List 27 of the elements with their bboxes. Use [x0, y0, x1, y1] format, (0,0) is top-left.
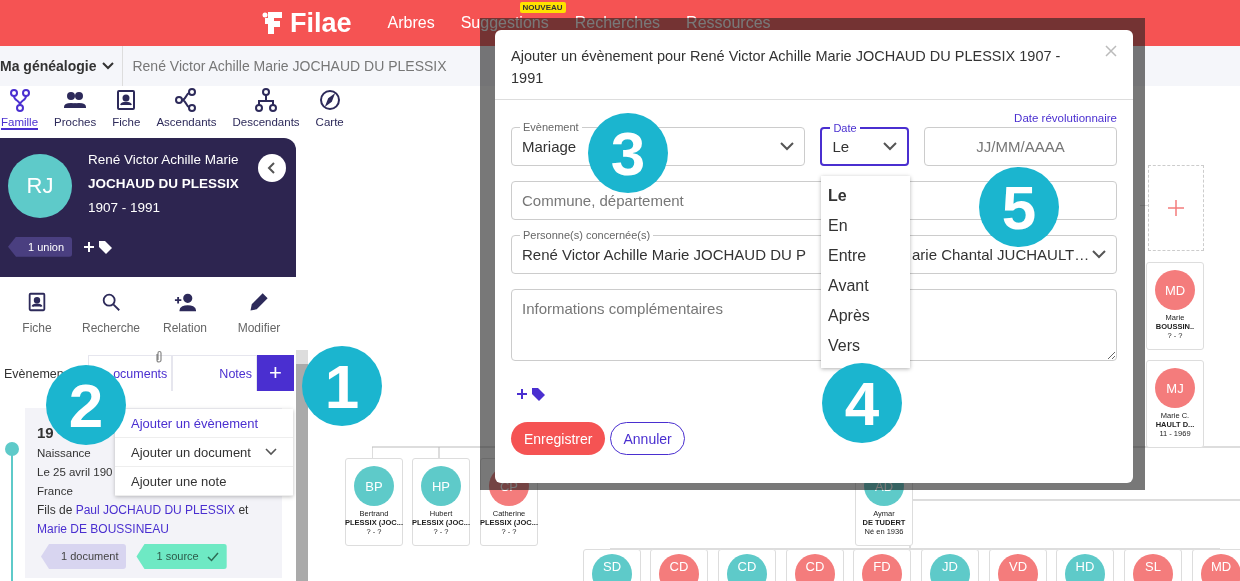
event-date: Le 25 avril 190	[37, 465, 113, 480]
avatar: JD	[930, 554, 970, 581]
new-badge: NOUVEAU	[519, 2, 566, 13]
person-dates: 1907 - 1991	[88, 199, 162, 217]
avatar: MD	[1155, 270, 1195, 310]
avatar: CD	[727, 554, 767, 581]
person-last-name: JOCHAUD DU PLESSIX	[88, 175, 240, 193]
avatar: HP	[421, 466, 461, 506]
event-type: Naissance	[37, 446, 91, 461]
dialog-title: Ajouter un évènement pour René Victor Achille Marie JOCHAUD DU PLESSIX 1907 - 1991	[511, 47, 1062, 88]
avatar: MD	[1201, 554, 1240, 581]
event-place: France	[37, 484, 73, 499]
person-first-names: René Victor Achille Marie	[88, 151, 240, 169]
avatar: SL	[1133, 554, 1173, 581]
avatar: SD	[592, 554, 632, 581]
avatar: FD	[862, 554, 902, 581]
avatar: CD	[659, 554, 699, 581]
event-year: 19	[37, 423, 54, 443]
avatar: HD	[1065, 554, 1105, 581]
avatar: CD	[795, 554, 835, 581]
avatar: MJ	[1155, 368, 1195, 408]
breadcrumb-person: René Victor Achille Marie JOCHAUD DU PLESSIX	[132, 58, 447, 74]
avatar: VD	[998, 554, 1038, 581]
step-number-tooltip: 1	[302, 346, 382, 426]
avatar: BP	[354, 466, 394, 506]
avatar: RJ	[8, 154, 72, 218]
event-parents: Fils de Paul JOCHAUD DU PLESSIX et Marie DE BOUSSINEAU	[37, 502, 250, 538]
